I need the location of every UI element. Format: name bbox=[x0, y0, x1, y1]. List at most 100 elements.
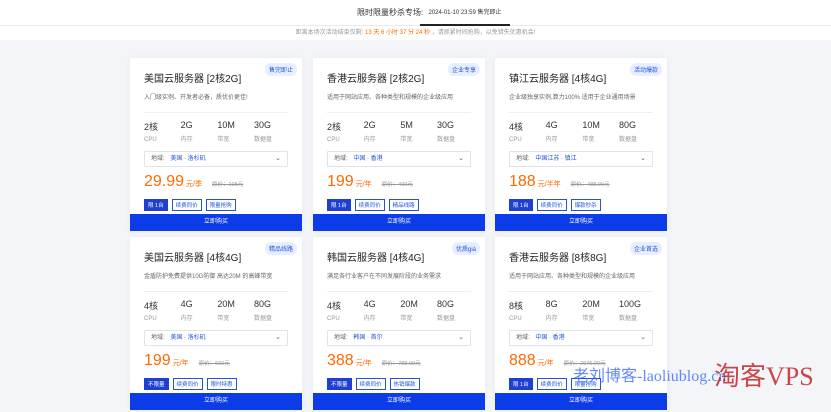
chevron-down-icon: ⌄ bbox=[275, 155, 281, 162]
buy-now-button[interactable]: 立即购买 bbox=[130, 214, 302, 231]
chevron-down-icon: ⌄ bbox=[458, 155, 464, 162]
price: 199 bbox=[327, 173, 354, 190]
card-title: 韩国云服务器 [4核4G] bbox=[327, 253, 425, 264]
spec-value: 2核 bbox=[144, 122, 159, 132]
product-card: 镇江云服务器 [4核4G] 活动爆款 企业级独享实例,算力100% 适用于企业通… bbox=[495, 58, 667, 231]
tag-list: 限 1台 续费同价 爆款秒杀 bbox=[509, 199, 653, 211]
card-description: 满足各行业客户在不同发展阶段的业务需求 bbox=[327, 274, 442, 280]
tab-active-session[interactable]: 2024-01-10 23:59 售完即止 bbox=[420, 0, 510, 26]
original-price: 原价：409元 bbox=[381, 182, 413, 188]
spec-value: 4G bbox=[545, 120, 558, 130]
card-body: 美国云服务器 [4核4G] 精品线路 金盾防护免费提供10G防御 高达20M 的… bbox=[130, 237, 302, 393]
spec-value: 8G bbox=[545, 299, 558, 309]
product-card: 美国云服务器 [4核4G] 精品线路 金盾防护免费提供10G防御 高达20M 的… bbox=[130, 237, 302, 410]
feature-tag: 限 1台 bbox=[144, 199, 168, 211]
spec-value: 4G bbox=[180, 299, 193, 309]
spec-list: 2核 CPU 2G 内存 10M 带宽 30G 数据盘 bbox=[144, 120, 288, 143]
spec-key: 带宽 bbox=[400, 137, 413, 143]
spec-key: CPU bbox=[509, 316, 522, 322]
watermark-logo: 淘客VPS bbox=[714, 362, 814, 391]
spec-value: 8核 bbox=[509, 301, 524, 311]
feature-tag: 不限量 bbox=[144, 378, 169, 390]
price-row: 199 元/年 原价：660元 bbox=[144, 352, 288, 372]
card-description: 适用于网站应用、各种类型和规模的企业级应用 bbox=[509, 274, 636, 280]
countdown-time: 13 天 6 小时 37 分 24 秒 bbox=[364, 30, 431, 36]
divider bbox=[509, 291, 653, 292]
region-value: 美国 · 洛杉矶 bbox=[170, 156, 206, 162]
buy-now-button[interactable]: 立即购买 bbox=[495, 393, 667, 410]
feature-tag: 限 1台 bbox=[327, 199, 351, 211]
divider bbox=[144, 291, 288, 292]
price-row: 188 元/半年 原价：488.00元 bbox=[509, 173, 653, 193]
spec-item: 100G 数据盘 bbox=[619, 299, 653, 322]
spec-value: 20M bbox=[400, 299, 418, 309]
price-unit: 元/年 bbox=[355, 360, 372, 367]
spec-item: 80G 数据盘 bbox=[437, 299, 471, 322]
feature-tag: 限时特惠 bbox=[206, 378, 237, 390]
spec-value: 10M bbox=[582, 120, 600, 130]
feature-tag: 热销爆款 bbox=[389, 378, 420, 390]
feature-tag: 限量抢购 bbox=[205, 199, 236, 211]
spec-value: 80G bbox=[436, 299, 454, 309]
spec-item: 4G 内存 bbox=[364, 299, 398, 322]
buy-now-button[interactable]: 立即购买 bbox=[130, 393, 302, 410]
original-price: 原价：660元 bbox=[198, 361, 230, 367]
region-select[interactable]: 地域: 中国 · 香港 ⌄ bbox=[327, 151, 471, 167]
product-card: 美国云服务器 [2核2G] 售完即止 入门级实例、开发者必备，质优价更佳! 2核… bbox=[130, 58, 302, 231]
spec-item: 2G 内存 bbox=[364, 120, 398, 143]
spec-value: 100G bbox=[618, 299, 641, 309]
spec-item: 2G 内存 bbox=[181, 120, 215, 143]
tag-list: 限 1台 续费同价 限量抢购 bbox=[144, 199, 288, 211]
spec-value: 2核 bbox=[327, 122, 342, 132]
feature-tag: 续费同价 bbox=[536, 199, 567, 211]
spec-item: 10M 带宽 bbox=[217, 120, 251, 143]
buy-now-button[interactable]: 立即购买 bbox=[313, 393, 485, 410]
spec-key: 内存 bbox=[363, 137, 376, 143]
divider bbox=[509, 112, 653, 113]
price-row: 29.99 元/季 原价：105元 bbox=[144, 173, 288, 193]
chevron-down-icon: ⌄ bbox=[275, 334, 281, 341]
region-select[interactable]: 地域: 美国 · 洛杉矶 ⌄ bbox=[144, 330, 288, 346]
spec-item: 20M 带宽 bbox=[400, 299, 434, 322]
buy-now-button[interactable]: 立即购买 bbox=[313, 214, 485, 231]
spec-item: 80G 数据盘 bbox=[254, 299, 288, 322]
spec-key: 内存 bbox=[180, 137, 193, 143]
card-body: 镇江云服务器 [4核4G] 活动爆款 企业级独享实例,算力100% 适用于企业通… bbox=[495, 58, 667, 214]
feature-tag: 限 1台 bbox=[509, 378, 533, 390]
region-select[interactable]: 地域: 韩国 · 首尔 ⌄ bbox=[327, 330, 471, 346]
spec-item: 80G 数据盘 bbox=[619, 120, 653, 143]
price: 29.99 bbox=[144, 173, 185, 190]
card-body: 韩国云服务器 [4核4G] 优质giá 满足各行业客户在不同发展阶段的业务需求 … bbox=[313, 237, 485, 393]
spec-key: 数据盘 bbox=[253, 316, 272, 322]
region-select[interactable]: 地域: 中国江苏 · 镇江 ⌄ bbox=[509, 151, 653, 167]
feature-tag: 续费同价 bbox=[536, 378, 567, 390]
spec-value: 2G bbox=[363, 120, 376, 130]
spec-item: 20M 带宽 bbox=[582, 299, 616, 322]
region-select[interactable]: 地域: 美国 · 洛杉矶 ⌄ bbox=[144, 151, 288, 167]
product-card: 香港云服务器 [2核2G] 企业专享 适用于网站应用、各种类型和规模的企业级应用… bbox=[313, 58, 485, 231]
price-unit: 元/年 bbox=[355, 181, 372, 188]
spec-value: 4核 bbox=[509, 122, 524, 132]
spec-value: 5M bbox=[400, 120, 413, 130]
spec-item: 10M 带宽 bbox=[582, 120, 616, 143]
region-select[interactable]: 地域: 中国 · 香港 ⌄ bbox=[509, 330, 653, 346]
spec-item: 8核 CPU bbox=[509, 299, 543, 322]
region-label: 地域: bbox=[516, 156, 530, 162]
price-unit: 元/年 bbox=[172, 360, 189, 367]
spec-item: 2核 CPU bbox=[327, 120, 361, 143]
spec-key: CPU bbox=[144, 316, 157, 322]
spec-key: CPU bbox=[327, 316, 340, 322]
price: 199 bbox=[144, 352, 171, 369]
spec-key: 带宽 bbox=[217, 316, 230, 322]
divider bbox=[327, 291, 471, 292]
region-value: 中国江苏 · 镇江 bbox=[535, 156, 577, 162]
price: 388 bbox=[327, 352, 354, 369]
spec-list: 4核 CPU 4G 内存 20M 带宽 80G 数据盘 bbox=[144, 299, 288, 322]
card-description: 金盾防护免费提供10G防御 高达20M 的高峰带宽 bbox=[144, 274, 273, 280]
region-label: 地域: bbox=[151, 156, 165, 162]
spec-value: 4核 bbox=[144, 301, 159, 311]
spec-value: 4核 bbox=[327, 301, 342, 311]
original-price: 原价：788.00元 bbox=[381, 361, 421, 367]
buy-now-button[interactable]: 立即购买 bbox=[495, 214, 667, 231]
product-card: 韩国云服务器 [4核4G] 优质giá 满足各行业客户在不同发展阶段的业务需求 … bbox=[313, 237, 485, 410]
